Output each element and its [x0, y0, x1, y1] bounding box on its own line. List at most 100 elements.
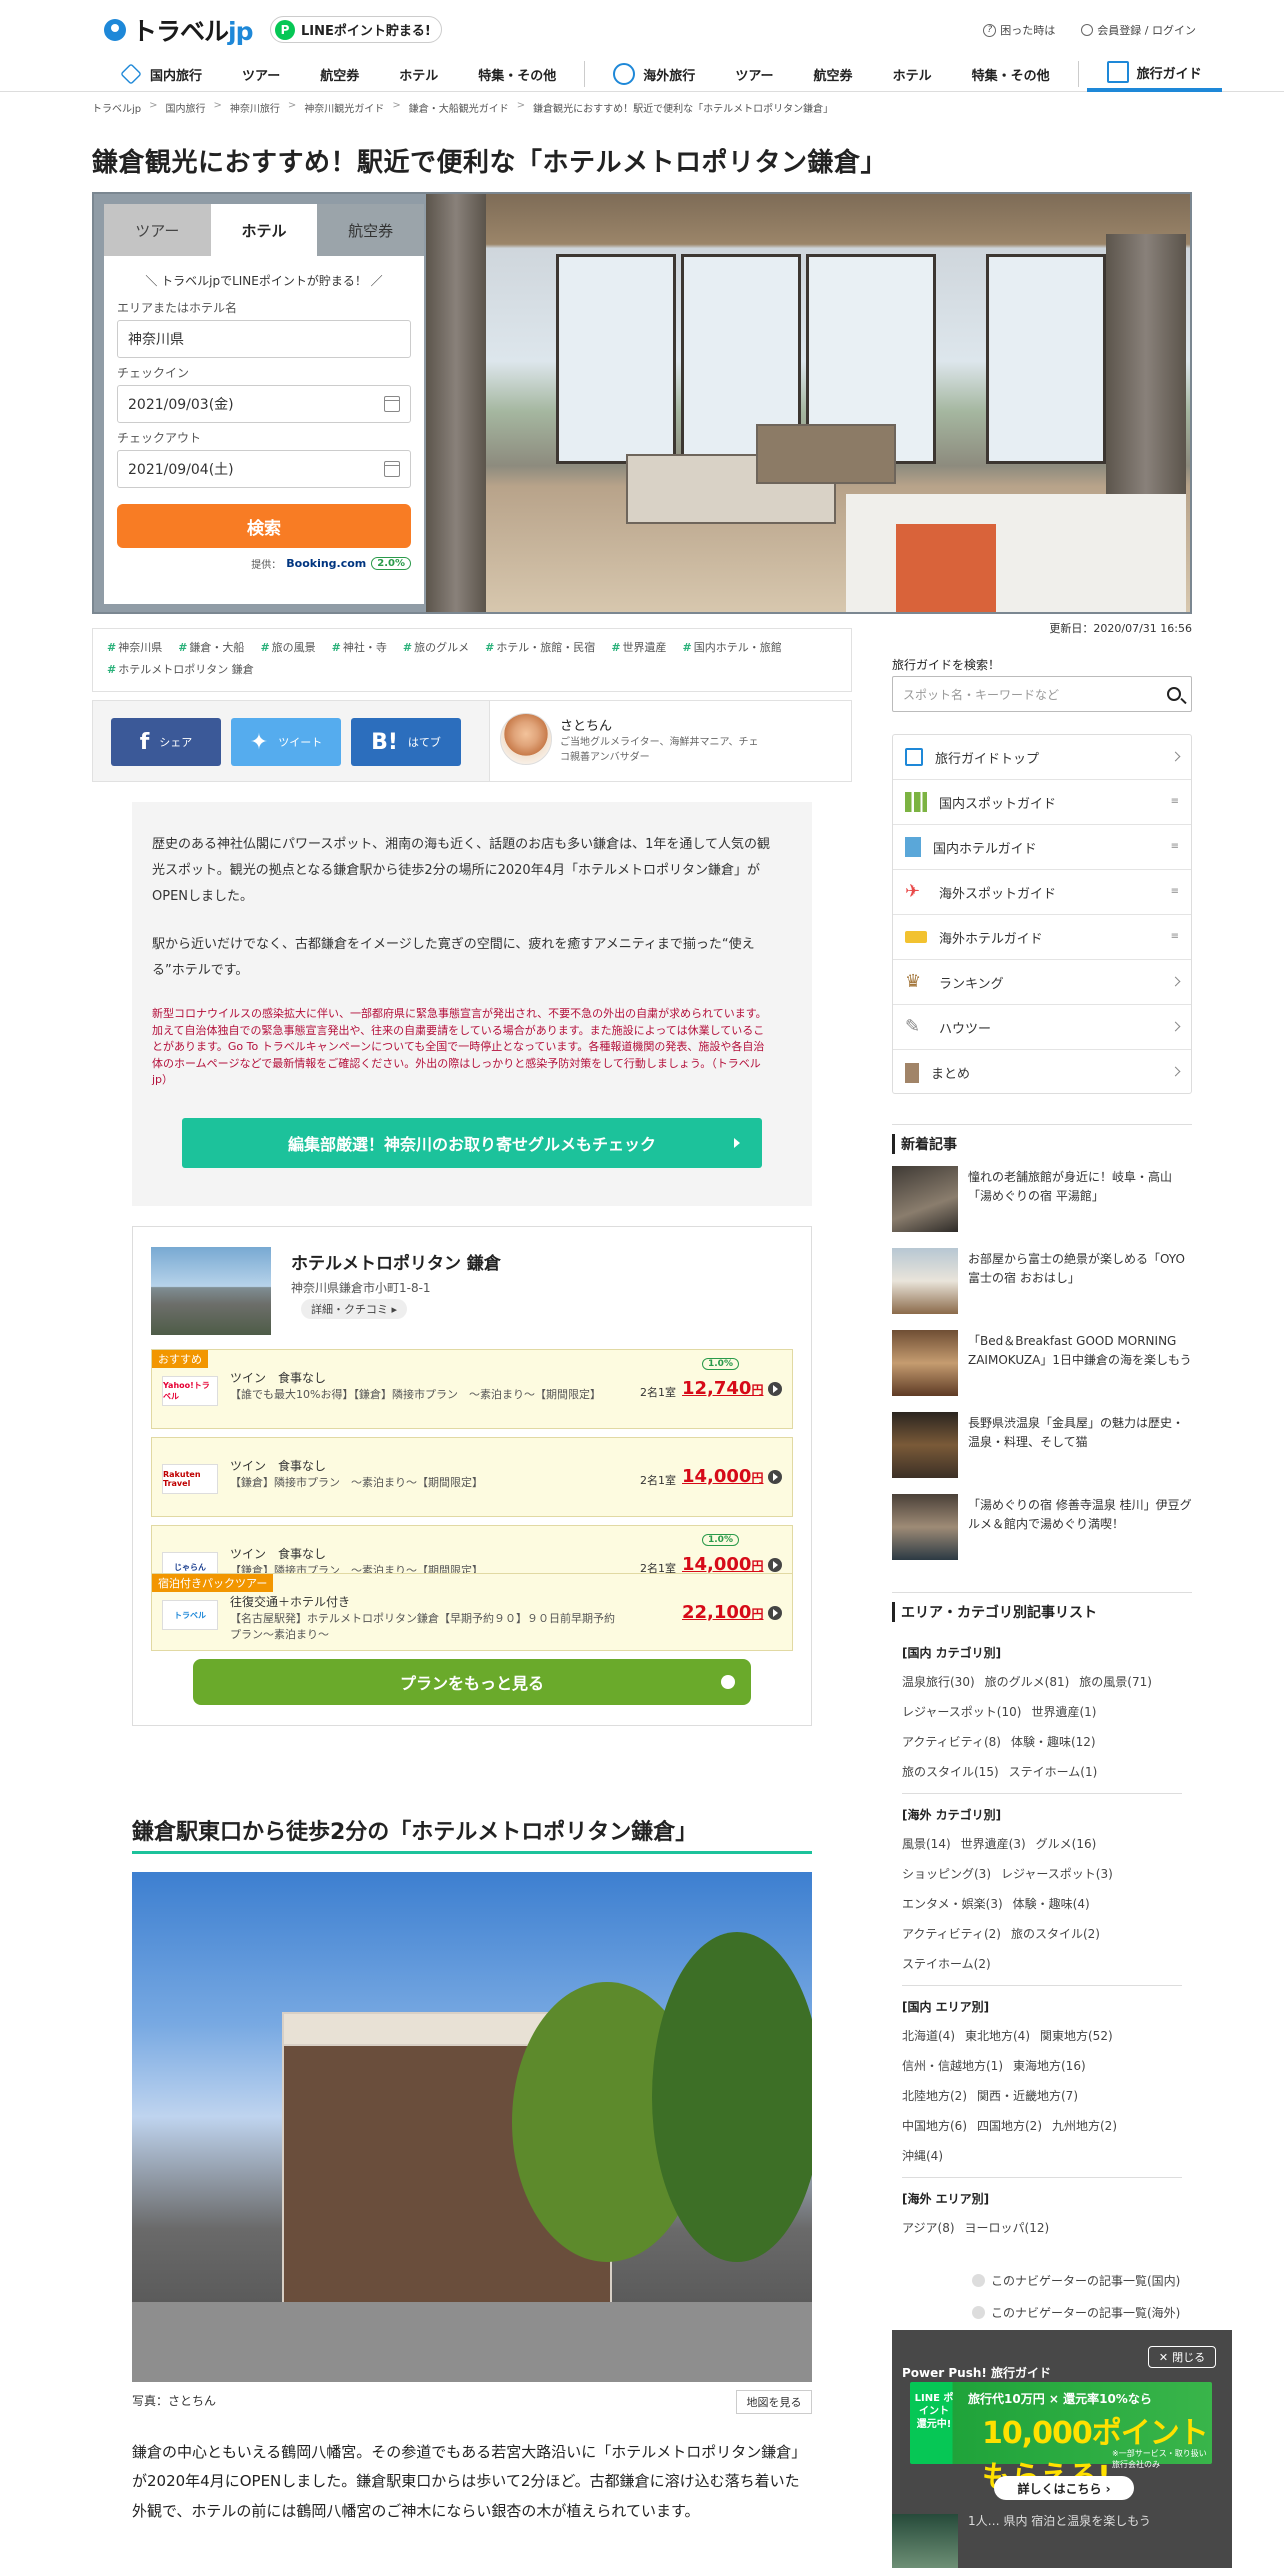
- calendar-icon[interactable]: [384, 461, 400, 477]
- tab-tour[interactable]: ツアー: [104, 204, 211, 256]
- nav-overseas-tour[interactable]: ツアー: [715, 56, 793, 92]
- nav-domestic-tour[interactable]: ツアー: [222, 56, 300, 92]
- line-campaign-banner[interactable]: LINE ポイント 還元中! 旅行代10万円 × 還元率10%なら 10,000…: [910, 2382, 1212, 2495]
- line-points-badge[interactable]: P LINEポイント貯まる!: [270, 16, 442, 43]
- breadcrumb-item[interactable]: 鎌倉・大船観光ガイド: [409, 100, 509, 115]
- category-link[interactable]: 北海道(4): [902, 2029, 955, 2043]
- category-link[interactable]: 四国地方(2): [977, 2119, 1042, 2133]
- guide-item-domestic-spot[interactable]: 国内スポットガイド ≡: [893, 780, 1191, 825]
- hotel-name[interactable]: ホテルメトロポリタン 鎌倉: [291, 1249, 501, 1274]
- nav-overseas-special[interactable]: 特集・その他: [952, 56, 1070, 92]
- tag[interactable]: # ホテルメトロポリタン 鎌倉: [107, 661, 254, 677]
- news-item[interactable]: お部屋から富士の絶景が楽しめる「OYO 富士の宿 おおはし」: [892, 1248, 1192, 1314]
- tag[interactable]: # 神社・寺: [332, 639, 387, 655]
- category-link[interactable]: ヨーロッパ(12): [965, 2221, 1050, 2235]
- plan-row[interactable]: 宿泊付きパックツアー トラベル 往復交通＋ホテル付き 【名古屋駅発】ホテルメトロポ…: [151, 1573, 793, 1651]
- guide-item-howto[interactable]: ✎ ハウツー: [893, 1005, 1191, 1050]
- arrow-right-icon[interactable]: [768, 1558, 782, 1572]
- guide-item-domestic-hotel[interactable]: 国内ホテルガイド ≡: [893, 825, 1191, 870]
- nav-domestic-flight[interactable]: 航空券: [300, 56, 379, 92]
- category-link[interactable]: 旅のグルメ(81): [985, 1675, 1070, 1689]
- category-link[interactable]: 温泉旅行(30): [902, 1675, 975, 1689]
- plan-price[interactable]: 14,000円: [682, 1466, 763, 1487]
- tag[interactable]: # 旅のグルメ: [403, 639, 469, 655]
- category-link[interactable]: 関東地方(52): [1040, 2029, 1113, 2043]
- close-button[interactable]: ✕ 閉じる: [1148, 2346, 1216, 2368]
- category-link[interactable]: 信州・信越地方(1): [902, 2059, 1003, 2073]
- nav-overseas-hotel[interactable]: ホテル: [873, 56, 952, 92]
- arrow-right-icon[interactable]: [768, 1382, 782, 1396]
- tag[interactable]: # 鎌倉・大船: [178, 639, 244, 655]
- guide-item-matome[interactable]: まとめ: [893, 1050, 1191, 1095]
- plan-price[interactable]: 14,000円: [682, 1554, 763, 1575]
- twitter-share-button[interactable]: ✦ ツイート: [231, 718, 341, 766]
- category-link[interactable]: 沖縄(4): [902, 2149, 943, 2163]
- arrow-right-icon[interactable]: [768, 1470, 782, 1484]
- plan-price[interactable]: 12,740円: [682, 1378, 763, 1399]
- guide-item-overseas-hotel[interactable]: 海外ホテルガイド ≡: [893, 915, 1191, 960]
- category-link[interactable]: 旅のスタイル(15): [902, 1765, 999, 1779]
- tag[interactable]: # 旅の風景: [260, 639, 315, 655]
- category-link[interactable]: グルメ(16): [1036, 1837, 1097, 1851]
- search-button[interactable]: 検索: [117, 504, 411, 548]
- category-link[interactable]: レジャースポット(10): [902, 1705, 1021, 1719]
- breadcrumb-item[interactable]: 神奈川旅行: [230, 100, 280, 115]
- hotel-exterior-photo[interactable]: [132, 1872, 812, 2382]
- hatena-share-button[interactable]: B! はてブ: [351, 718, 461, 766]
- login-link[interactable]: 会員登録 / ログイン: [1081, 22, 1196, 38]
- category-link[interactable]: 世界遺産(1): [1031, 1705, 1096, 1719]
- hotel-details-link[interactable]: 詳細・クチコミ ▸: [301, 1299, 408, 1319]
- category-link[interactable]: 九州地方(2): [1052, 2119, 1117, 2133]
- category-link[interactable]: 東北地方(4): [965, 2029, 1030, 2043]
- category-link[interactable]: アクティビティ(2): [902, 1927, 1001, 1941]
- tab-flight[interactable]: 航空券: [317, 204, 425, 256]
- breadcrumb-item[interactable]: 国内旅行: [166, 100, 206, 115]
- news-item[interactable]: 「湯めぐりの宿 修善寺温泉 桂川」伊豆グルメ＆館内で湯めぐり満喫！: [892, 1494, 1192, 1560]
- facebook-share-button[interactable]: f シェア: [111, 718, 221, 766]
- checkout-input[interactable]: 2021/09/04(土): [117, 450, 411, 488]
- plan-row[interactable]: Rakuten Travel ツイン 食事なし 【鎌倉】隣接市プラン ～素泊まり～…: [151, 1437, 793, 1517]
- logo[interactable]: トラベルjp: [104, 12, 254, 48]
- breadcrumb-item[interactable]: トラベルjp: [92, 100, 141, 115]
- nav-overseas-flight[interactable]: 航空券: [794, 56, 873, 92]
- news-item[interactable]: 長野県渋温泉「金具屋」の魅力は歴史・温泉・料理、そして猫: [892, 1412, 1192, 1478]
- search-icon[interactable]: [1167, 687, 1181, 701]
- help-link[interactable]: ? 困った時は: [983, 22, 1055, 38]
- tag[interactable]: # ホテル・旅館・民宿: [485, 639, 595, 655]
- guide-search-input[interactable]: スポット名・キーワードなど: [892, 676, 1192, 712]
- tag[interactable]: # 国内ホテル・旅館: [683, 639, 782, 655]
- area-input[interactable]: 神奈川県: [117, 320, 411, 358]
- nav-travel-guide[interactable]: 旅行ガイド: [1086, 56, 1222, 92]
- category-link[interactable]: レジャースポット(3): [1001, 1867, 1113, 1881]
- plan-row[interactable]: おすすめ 1.0% Yahoo!トラベル ツイン 食事なし 【誰でも最大10%お得…: [151, 1349, 793, 1429]
- category-link[interactable]: ショッピング(3): [902, 1867, 991, 1881]
- details-button[interactable]: 詳しくはこちら ›: [994, 2476, 1134, 2500]
- gourmet-button[interactable]: 編集部厳選！神奈川のお取り寄せグルメもチェック: [182, 1118, 762, 1168]
- author-box[interactable]: さとちん ご当地グルメライター、海鮮丼マニア、チェコ親善アンバサダー: [489, 701, 851, 781]
- calendar-icon[interactable]: [384, 396, 400, 412]
- category-link[interactable]: アジア(8): [902, 2221, 955, 2235]
- category-link[interactable]: 体験・趣味(12): [1011, 1735, 1096, 1749]
- category-link[interactable]: 旅のスタイル(2): [1011, 1927, 1100, 1941]
- map-button[interactable]: 地図を見る: [736, 2390, 812, 2414]
- nav-domestic-special[interactable]: 特集・その他: [458, 56, 576, 92]
- news-item[interactable]: 「Bed＆Breakfast GOOD MORNING ZAIMOKUZA」1日…: [892, 1330, 1192, 1396]
- tab-hotel[interactable]: ホテル: [210, 204, 318, 256]
- plan-price[interactable]: 22,100円: [682, 1602, 763, 1623]
- category-link[interactable]: 世界遺産(3): [961, 1837, 1026, 1851]
- tag[interactable]: # 神奈川県: [107, 639, 162, 655]
- guide-item-top[interactable]: 旅行ガイドトップ: [893, 735, 1191, 780]
- guide-item-overseas-spot[interactable]: ✈ 海外スポットガイド ≡: [893, 870, 1191, 915]
- category-link[interactable]: ステイホーム(1): [1009, 1765, 1098, 1779]
- category-link[interactable]: 体験・趣味(4): [1013, 1897, 1090, 1911]
- nav-overseas[interactable]: 海外旅行: [593, 56, 715, 92]
- category-link[interactable]: 関西・近畿地方(7): [977, 2089, 1078, 2103]
- nav-domestic[interactable]: 国内旅行: [100, 56, 222, 92]
- category-link[interactable]: ステイホーム(2): [902, 1957, 991, 1971]
- checkin-input[interactable]: 2021/09/03(金): [117, 385, 411, 423]
- guide-item-ranking[interactable]: ♛ ランキング: [893, 960, 1191, 1005]
- arrow-right-icon[interactable]: [768, 1606, 782, 1620]
- breadcrumb-item[interactable]: 神奈川観光ガイド: [304, 100, 384, 115]
- navigator-articles-overseas[interactable]: このナビゲーターの記事一覧(海外): [972, 2304, 1180, 2321]
- category-link[interactable]: 東海地方(16): [1013, 2059, 1086, 2073]
